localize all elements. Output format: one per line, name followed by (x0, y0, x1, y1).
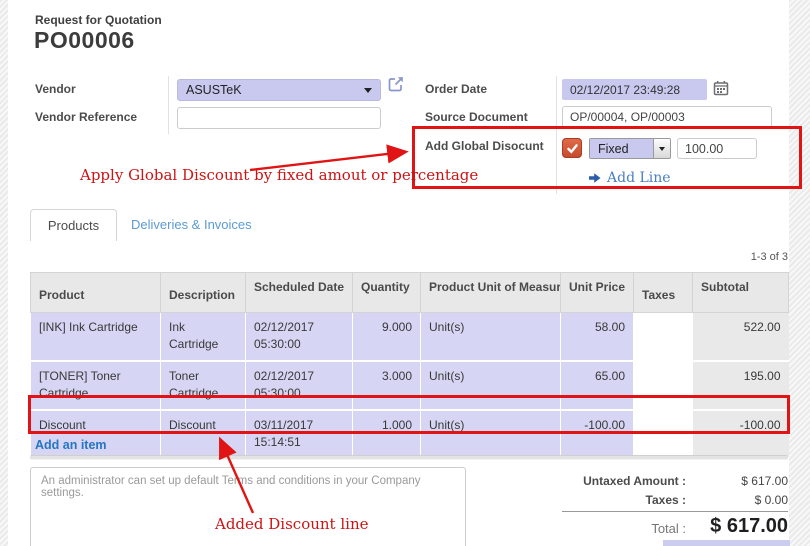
global-discount-checkbox[interactable] (562, 138, 582, 158)
pager[interactable]: 1-3 of 3 (688, 251, 788, 263)
cell-description: Ink Cartridge (161, 313, 246, 361)
taxes-value: $ 0.00 (686, 493, 788, 507)
cell-unit_price: 58.00 (561, 313, 634, 361)
tab-deliveries-invoices[interactable]: Deliveries & Invoices (131, 217, 252, 232)
source-document-input[interactable] (562, 106, 772, 128)
untaxed-amount-row: Untaxed Amount : $ 617.00 (520, 474, 788, 488)
total-value: $ 617.00 (660, 515, 788, 538)
chevron-down-icon (364, 88, 372, 93)
cell-quantity: 9.000 (353, 313, 421, 361)
order-line-row[interactable]: [INK] Ink CartridgeInk Cartridge02/12/20… (31, 313, 789, 361)
discount-amount-input[interactable] (677, 138, 757, 159)
discount-type-value: Fixed (590, 139, 653, 158)
external-link-icon[interactable] (387, 75, 405, 98)
order-line-row[interactable]: [TONER] Toner CartridgeToner Cartridge02… (31, 361, 789, 410)
vendor-select[interactable]: ASUSTeK (177, 79, 381, 101)
order-lines-body: [INK] Ink CartridgeInk Cartridge02/12/20… (31, 313, 789, 459)
cell-uom: Unit(s) (421, 361, 561, 410)
page-title: PO00006 (34, 27, 135, 54)
select-dropdown-button (653, 139, 670, 158)
column-header-description[interactable]: Description (161, 273, 246, 313)
cell-taxes (634, 361, 693, 410)
column-header-uom[interactable]: Product Unit of Measure (421, 273, 561, 313)
left-background-stripe (0, 0, 8, 546)
cell-uom: Unit(s) (421, 313, 561, 361)
vendor-reference-input[interactable] (177, 107, 381, 129)
table-header-row: ProductDescriptionScheduled DateQuantity… (31, 273, 789, 313)
taxes-row: Taxes : $ 0.00 (520, 493, 788, 507)
vendor-label: Vendor (35, 82, 76, 96)
cell-subtotal: 195.00 (693, 361, 789, 410)
cell-product: [INK] Ink Cartridge (31, 313, 161, 361)
add-line-button[interactable]: Add Line (589, 170, 671, 186)
terms-placeholder-text: An administrator can set up default Term… (41, 475, 421, 499)
add-an-item-link[interactable]: Add an item (35, 438, 107, 452)
cell-scheduled_date: 03/11/2017 15:14:51 (246, 410, 353, 459)
cell-taxes (634, 313, 693, 361)
column-header-scheduled_date[interactable]: Scheduled Date (246, 273, 353, 313)
cell-uom: Unit(s) (421, 410, 561, 459)
order-date-value: 02/12/2017 23:49:28 (570, 83, 680, 97)
order-date-label: Order Date (425, 82, 487, 96)
cell-subtotal: -100.00 (693, 410, 789, 459)
cell-description: Discount (161, 410, 246, 459)
totals-divider (562, 511, 788, 512)
calendar-icon[interactable] (713, 80, 729, 101)
vendor-select-value: ASUSTeK (186, 83, 242, 97)
sheet-separator (30, 455, 788, 460)
cell-unit_price: 65.00 (561, 361, 634, 410)
column-header-taxes[interactable]: Taxes (634, 273, 693, 313)
global-discount-label: Add Global Disocunt (425, 139, 544, 153)
cell-subtotal: 522.00 (693, 313, 789, 361)
untaxed-amount-value: $ 617.00 (686, 474, 788, 488)
checkmark-icon (566, 142, 579, 155)
cell-scheduled_date: 02/12/2017 05:30:00 (246, 313, 353, 361)
column-header-subtotal[interactable]: Subtotal (693, 273, 789, 313)
source-document-label: Source Document (425, 110, 528, 124)
order-line-row[interactable]: DiscountDiscount03/11/2017 15:14:511.000… (31, 410, 789, 459)
terms-conditions-field[interactable]: An administrator can set up default Term… (30, 467, 466, 546)
cell-scheduled_date: 02/12/2017 05:30:00 (246, 361, 353, 410)
discount-type-select[interactable]: Fixed (589, 138, 671, 159)
vendor-reference-label: Vendor Reference (35, 110, 137, 124)
right-background-stripe (789, 0, 810, 546)
tab-products[interactable]: Products (30, 209, 117, 241)
cell-taxes (634, 410, 693, 459)
purchase-order-form: Request for Quotation PO00006 Vendor Ven… (0, 0, 810, 546)
cell-quantity: 1.000 (353, 410, 421, 459)
order-lines-table: ProductDescriptionScheduled DateQuantity… (30, 272, 789, 459)
column-header-unit_price[interactable]: Unit Price (561, 273, 634, 313)
add-line-label: Add Line (607, 170, 671, 186)
breadcrumb: Request for Quotation (35, 13, 162, 27)
annotation-discount-note: Apply Global Discount by fixed amout or … (80, 166, 478, 184)
cell-description: Toner Cartridge (161, 361, 246, 410)
cell-quantity: 3.000 (353, 361, 421, 410)
left-group-divider (168, 76, 169, 134)
right-group-divider (556, 76, 557, 194)
cell-product: [TONER] Toner Cartridge (31, 361, 161, 410)
total-field-highlight (663, 540, 790, 546)
order-date-field[interactable]: 02/12/2017 23:49:28 (562, 79, 707, 100)
arrow-right-icon (589, 172, 601, 184)
taxes-label: Taxes : (520, 493, 686, 507)
column-header-quantity[interactable]: Quantity (353, 273, 421, 313)
cell-unit_price: -100.00 (561, 410, 634, 459)
column-header-product[interactable]: Product (31, 273, 161, 313)
untaxed-amount-label: Untaxed Amount : (520, 474, 686, 488)
